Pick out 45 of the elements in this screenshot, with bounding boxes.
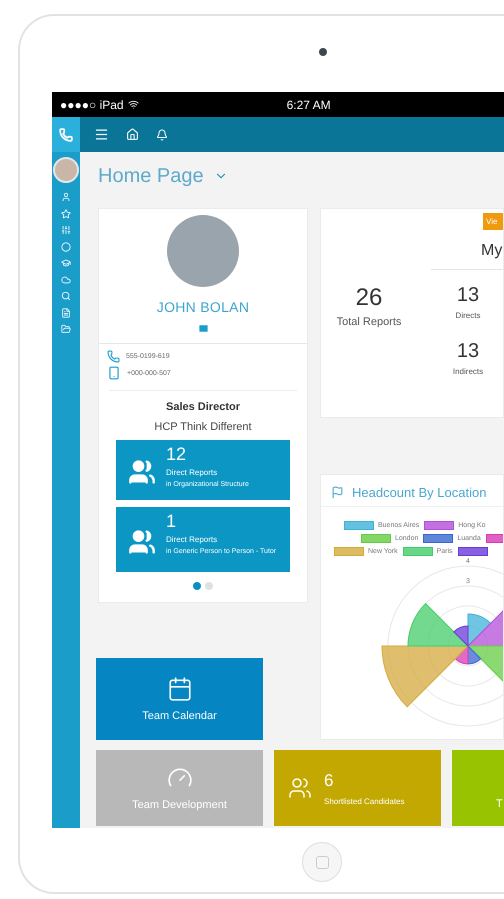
tile[interactable]: 6 Shortlisted Candidates [274, 750, 441, 826]
home-button[interactable] [302, 842, 342, 882]
menu-icon[interactable] [94, 127, 109, 142]
report-label: Direct Reports [166, 535, 218, 544]
report-count: 12 [166, 444, 188, 464]
tile-label: Shortlisted Candidates [324, 796, 404, 806]
stat-label: Indirects [452, 367, 484, 376]
stat-label: Total Reports [336, 316, 402, 328]
card-title: My [481, 242, 503, 261]
home-icon[interactable] [126, 128, 139, 141]
clock-text: 6:27 AM [286, 98, 331, 112]
tile[interactable]: Team Development [96, 750, 263, 826]
stat-value: 13 [456, 340, 480, 363]
carrier-text: ●●●●○ iPad [60, 98, 124, 112]
camera-icon [319, 48, 327, 56]
chart-title: Headcount By Location [352, 485, 486, 500]
logo-icon[interactable] [52, 117, 80, 152]
stat-value: 26 [356, 284, 382, 312]
calendar-icon [166, 676, 192, 702]
stat-value: 13 [456, 284, 480, 307]
flag-icon [331, 486, 344, 499]
page-dot[interactable] [193, 582, 201, 590]
people-icon [128, 458, 156, 486]
person-name: JOHN BOLAN [156, 299, 250, 315]
wifi-icon [128, 99, 139, 110]
tile-label: Team Calendar [142, 710, 217, 722]
stat-label: Directs [456, 311, 480, 320]
company-name: HCP Think Different [153, 421, 253, 433]
avatar[interactable] [53, 157, 79, 183]
job-title: Sales Director [165, 401, 241, 413]
tile-count: 6 [324, 770, 334, 790]
people-icon [288, 776, 312, 800]
mobile-phone-icon [107, 366, 121, 380]
people-icon [128, 528, 156, 556]
bell-icon[interactable] [156, 128, 168, 140]
tile[interactable]: Team Calendar [96, 658, 263, 740]
tile-label: T [496, 798, 503, 810]
report-label: Direct Reports [166, 468, 218, 477]
page-dot[interactable] [205, 582, 213, 590]
report-count: 1 [166, 511, 178, 531]
phone-icon [107, 350, 120, 363]
page-title: Home Page [98, 164, 204, 188]
view-button[interactable]: Vie [483, 213, 503, 230]
tile[interactable]: T [452, 750, 504, 826]
tile-label: Team Development [132, 799, 227, 811]
